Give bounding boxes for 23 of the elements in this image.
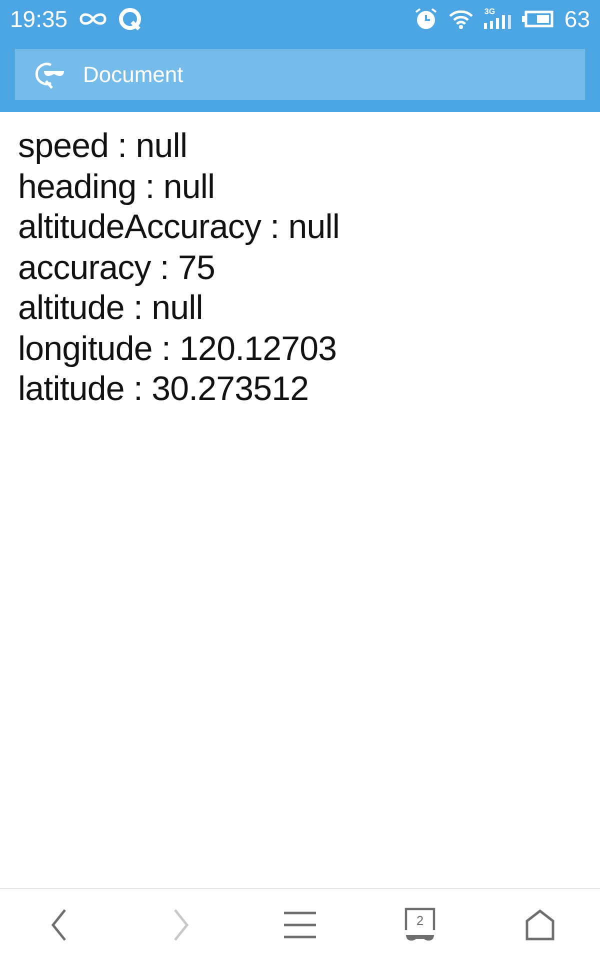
text-line: longitude : 120.12703 — [18, 328, 338, 369]
text-line: heading : null — [18, 166, 216, 207]
text-line: latitude : 30.273512 — [18, 369, 310, 410]
home-icon — [524, 908, 556, 940]
tabs-button[interactable]: 2 — [390, 900, 450, 950]
tab-count: 2 — [415, 912, 425, 928]
signal-icon — [484, 15, 512, 29]
alarm-clock-icon — [414, 7, 438, 31]
infinity-icon — [78, 12, 108, 26]
incognito-tabs-icon — [404, 906, 436, 942]
wifi-icon — [448, 8, 474, 30]
text-line: altitudeAccuracy : null — [18, 207, 341, 248]
text-line: speed : null — [18, 126, 188, 166]
text-line: accuracy : 75 — [18, 248, 216, 288]
menu-icon — [282, 910, 318, 940]
battery-icon — [522, 10, 554, 28]
text-line: altitude : null — [18, 288, 204, 328]
network-type: 3G — [484, 7, 496, 16]
battery-level: 63 — [564, 6, 590, 32]
incognito-search-icon — [35, 60, 67, 90]
page-title: Document — [83, 62, 184, 88]
q-icon — [118, 7, 142, 31]
clock-time: 19:35 — [10, 6, 68, 32]
